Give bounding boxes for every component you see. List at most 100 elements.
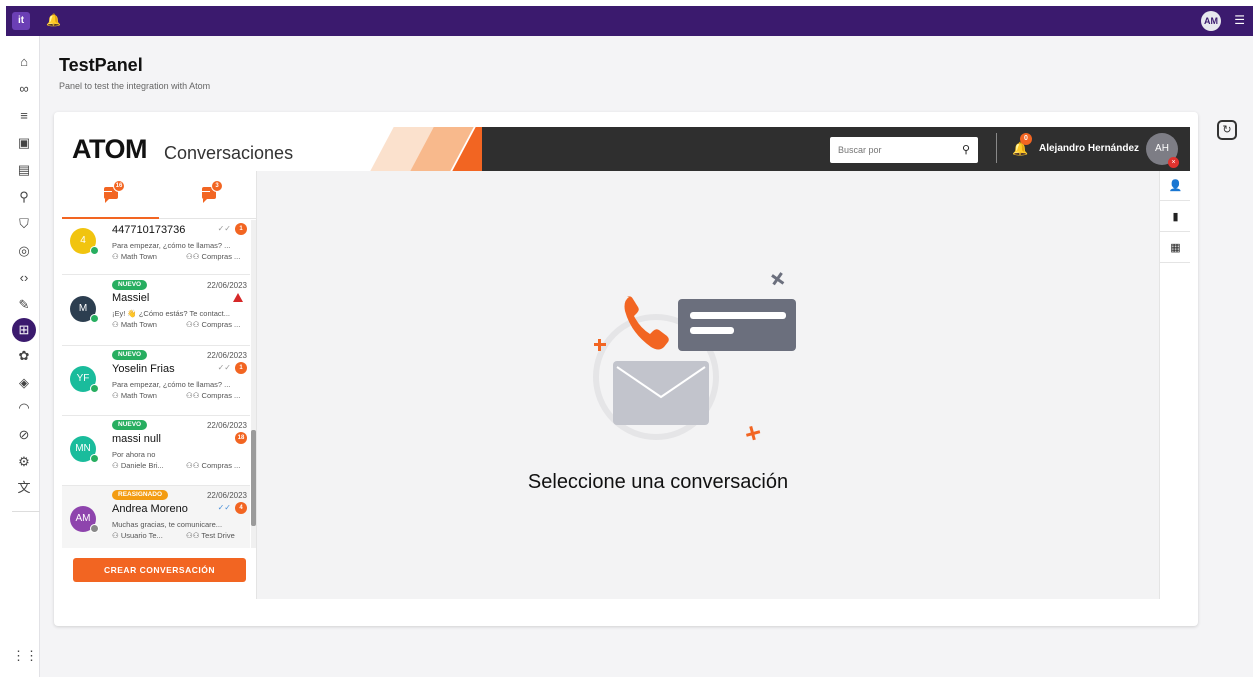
header-separator (996, 133, 997, 163)
user-avatar[interactable]: AM (1201, 11, 1221, 31)
conversation-list: 4 447710173736 ✓✓ 1 Para empezar, ¿cómo … (62, 220, 257, 548)
chat-icon-line (104, 191, 112, 192)
message-preview: Muchas gracias, te comunicare... (112, 520, 223, 529)
team-label: ⚇⚇ Compras ... (186, 252, 241, 261)
owner-name: Math Town (120, 320, 157, 329)
user-name: Alejandro Hernández (1039, 143, 1140, 154)
contact-icon[interactable]: ▣ (12, 131, 36, 155)
conversation-item[interactable]: 4 447710173736 ✓✓ 1 Para empezar, ¿cómo … (62, 220, 250, 275)
status-badge: NUEVO (112, 280, 148, 290)
envelope-icon (613, 361, 709, 425)
document-icon[interactable]: ▮ (1160, 202, 1190, 232)
create-conversation-button[interactable]: CREAR CONVERSACIÓN (73, 558, 246, 582)
double-check-icon: ✓✓ (217, 224, 231, 233)
home-icon[interactable]: ⌂ (12, 50, 36, 74)
message-preview: ¡Ey! 👋 ¿Cómo estás? Te contact... (112, 309, 230, 318)
team-label: ⚇⚇ Test Drive (186, 531, 235, 540)
voicemail-icon[interactable]: ∞ (12, 77, 36, 101)
top-bar: it 🔔 AM ☰ (0, 0, 1253, 36)
apps-icon[interactable]: ⊞ (12, 318, 36, 342)
status-badge: REASIGNADO (112, 490, 169, 500)
conversation-item[interactable]: REASIGNADO 22/06/2023 AM Andrea Moreno ✓… (62, 486, 250, 548)
owner-label: ⚇ Math Town (112, 391, 157, 400)
message-line (690, 327, 734, 334)
conversation-item[interactable]: NUEVO 22/06/2023 YF Yoselin Frias ✓✓ 1 P… (62, 346, 250, 416)
conversation-view: Seleccione una conversación (258, 171, 1159, 599)
team-name: Compras ... (201, 391, 241, 400)
team-name: Test Drive (201, 531, 235, 540)
owner-name: Usuario Te... (120, 531, 163, 540)
plus-mark (598, 339, 601, 351)
message-line (690, 312, 786, 319)
person-icon[interactable]: 👤 (1160, 171, 1190, 201)
team-label: ⚇⚇ Compras ... (186, 461, 241, 470)
owner-label: ⚇ Math Town (112, 320, 157, 329)
whatsapp-icon (90, 454, 99, 463)
search-input[interactable] (830, 137, 950, 163)
fingerprint-icon[interactable]: ◎ (12, 239, 36, 263)
panel-toggle-icon[interactable]: ☰ (1234, 13, 1245, 27)
unread-count: 4 (235, 502, 247, 514)
edit-icon[interactable]: ✎ (12, 293, 36, 317)
conversation-panel: 16 3 4 447710173736 ✓✓ 1 Para empezar, ¿… (62, 171, 257, 599)
translate-icon[interactable]: 文 (12, 476, 36, 500)
side-toolbar: 👤 ▮ ▦ (1159, 171, 1190, 599)
book-icon[interactable]: ▤ (12, 158, 36, 182)
conversation-item[interactable]: NUEVO 22/06/2023 M Massiel ¡Ey! 👋 ¿Cómo … (62, 276, 250, 346)
tab-messages[interactable]: 3 (160, 171, 257, 219)
refresh-icon[interactable]: ↻ (1217, 120, 1237, 140)
conversation-item[interactable]: NUEVO 22/06/2023 MN massi null 18 Por ah… (62, 416, 250, 486)
message-card-icon (678, 299, 796, 351)
tab-badge: 3 (211, 180, 223, 192)
atom-header: ATOM Conversaciones ⚲ 🔔 0 Alejandro Hern… (62, 127, 1190, 171)
status-badge: NUEVO (112, 350, 148, 360)
shield-icon[interactable]: ⛉ (12, 212, 36, 236)
team-label: ⚇⚇ Compras ... (186, 320, 241, 329)
owner-label: ⚇ Math Town (112, 252, 157, 261)
conversation-date: 22/06/2023 (206, 281, 247, 290)
conversation-date: 22/06/2023 (206, 491, 247, 500)
grid-icon[interactable]: ⋮⋮ (12, 644, 38, 668)
notification-badge: 0 (1020, 133, 1032, 145)
conversation-date: 22/06/2023 (206, 421, 247, 430)
list-scrollbar[interactable] (251, 220, 256, 548)
owner-label: ⚇ Usuario Te... (112, 531, 163, 540)
bell-icon[interactable]: 🔔 (46, 13, 61, 27)
compass-icon[interactable]: ⊘ (12, 423, 36, 447)
calendar-icon[interactable]: ▦ (1160, 233, 1190, 263)
message-preview: Por ahora no (112, 450, 156, 459)
unread-count: 1 (235, 362, 247, 374)
page-subtitle: Panel to test the integration with Atom (59, 81, 211, 91)
app-logo[interactable]: it (12, 12, 30, 30)
settings-icon[interactable]: ⚙ (12, 450, 36, 474)
rail-divider (12, 511, 40, 512)
status-badge: NUEVO (112, 420, 148, 430)
search-icon[interactable]: ⚲ (962, 143, 970, 156)
contact-name: 447710173736 (112, 224, 186, 236)
unread-count: 1 (235, 223, 247, 235)
search-box: ⚲ (830, 137, 978, 163)
flow-icon[interactable]: ⚲ (12, 185, 36, 209)
team-label: ⚇⚇ Compras ... (186, 391, 241, 400)
tab-badge: 16 (113, 180, 125, 192)
status-offline-icon: × (1168, 157, 1179, 168)
whatsapp-icon (90, 246, 99, 255)
empty-state-message: Seleccione una conversación (527, 471, 789, 493)
scrollbar-thumb[interactable] (251, 430, 256, 526)
owner-name: Math Town (120, 391, 157, 400)
list-icon[interactable]: ≡ (12, 104, 36, 128)
atom-logo-subtitle: Conversaciones (164, 143, 294, 163)
brain-icon[interactable]: ✿ (12, 344, 36, 368)
speed-icon[interactable]: ◠ (12, 396, 36, 420)
cross-mark (771, 272, 785, 286)
message-preview: Para empezar, ¿cómo te llamas? ... (112, 380, 231, 389)
empty-state-illustration (593, 272, 796, 441)
page-title: TestPanel (59, 55, 143, 75)
tab-assigned[interactable]: 16 (62, 171, 159, 219)
whatsapp-icon (90, 314, 99, 323)
contact-name: massi null (112, 433, 161, 445)
cpu-icon[interactable]: ◈ (12, 371, 36, 395)
code-icon[interactable]: ‹› (12, 266, 36, 290)
warning-icon (233, 293, 243, 302)
contact-name: Andrea Moreno (112, 503, 188, 515)
